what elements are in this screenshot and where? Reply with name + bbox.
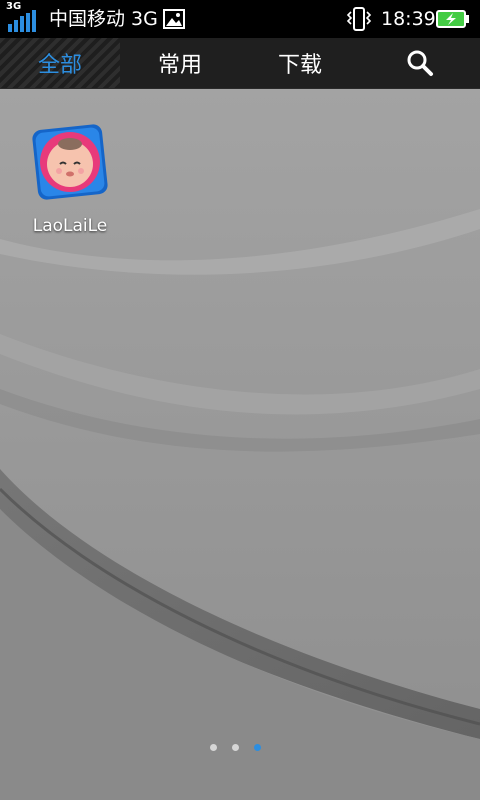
app-drawer-tab-bar: 全部 常用 下载: [0, 38, 480, 89]
page-dot-1[interactable]: [210, 744, 217, 751]
app-label: LaoLaiLe: [32, 216, 108, 236]
page-indicator: [210, 744, 270, 754]
status-bar: 3G 中国移动 3G 18:39: [0, 0, 480, 38]
tab-frequent[interactable]: 常用: [120, 38, 240, 88]
page-dot-2[interactable]: [232, 744, 239, 751]
vibrate-icon: [346, 7, 372, 31]
search-button[interactable]: [360, 38, 480, 88]
battery-charging-icon: [436, 10, 469, 28]
carrier-label: 中国移动 3G: [49, 8, 158, 30]
clock: 18:39: [381, 8, 436, 30]
tab-downloads[interactable]: 下载: [240, 38, 360, 88]
signal-strength-icon: [8, 10, 36, 32]
app-laolaile[interactable]: LaoLaiLe: [26, 124, 114, 244]
laolaile-app-icon: [32, 124, 108, 200]
search-icon: [407, 50, 433, 76]
page-dot-3[interactable]: [254, 744, 261, 751]
signal-indicator: 3G: [6, 2, 38, 36]
picture-notification-icon: [163, 9, 185, 29]
tab-all[interactable]: 全部: [0, 38, 120, 88]
